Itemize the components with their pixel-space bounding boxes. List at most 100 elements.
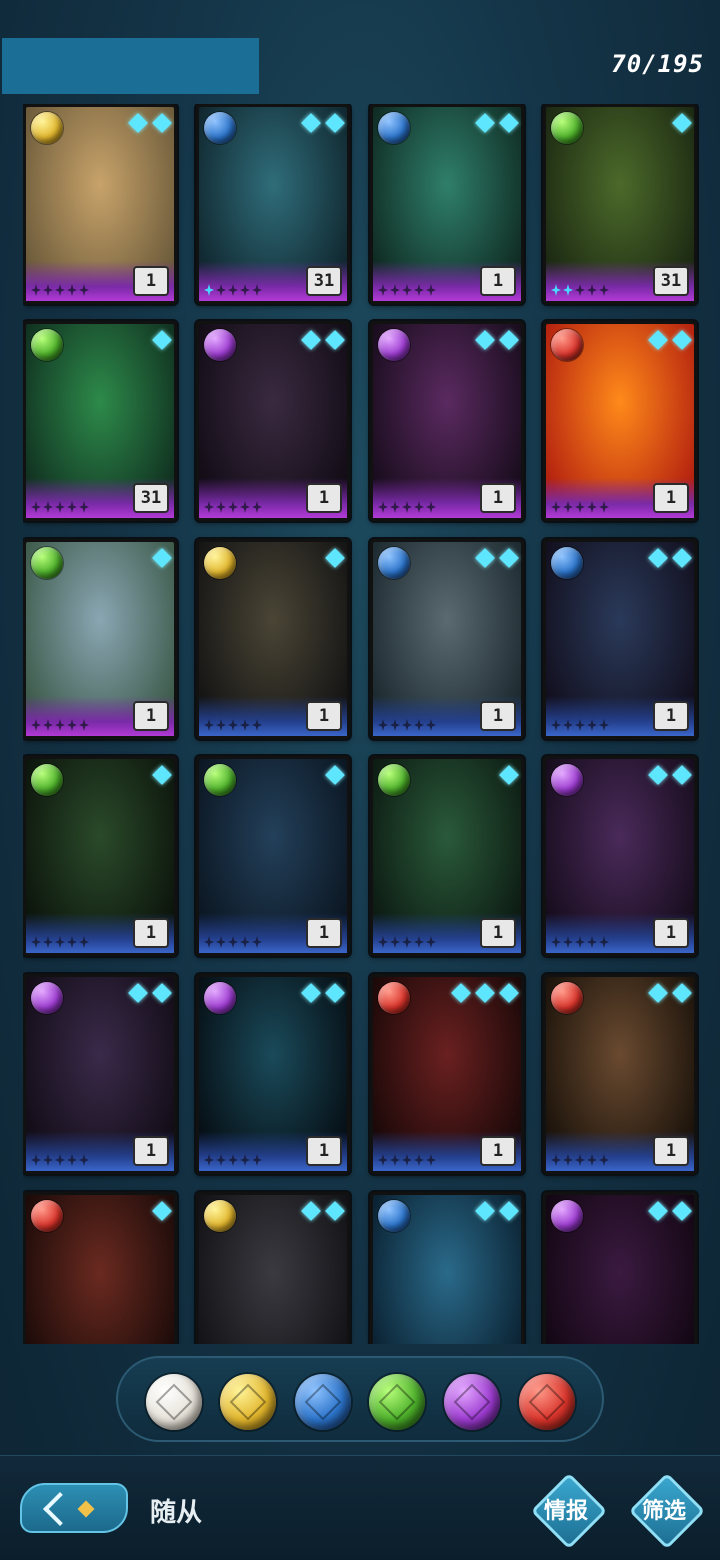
filter-all-button[interactable]	[146, 1374, 202, 1430]
star-icon	[426, 936, 436, 948]
star-icon	[67, 936, 77, 948]
star-icon	[43, 501, 53, 513]
diamond-icon	[475, 983, 495, 1003]
diamond-icon	[648, 330, 668, 350]
water-element-icon	[304, 1383, 342, 1421]
diamond-icon	[128, 983, 148, 1003]
star-icon	[551, 936, 561, 948]
diamond-icon	[648, 548, 668, 568]
star-icon	[599, 719, 609, 731]
grade-diamonds	[475, 330, 519, 350]
star-icon	[378, 719, 388, 731]
star-icon	[575, 501, 585, 513]
filter-water-button[interactable]	[295, 1374, 351, 1430]
card-count-badge: 1	[480, 266, 516, 296]
star-icon	[252, 501, 262, 513]
card-count-badge: 1	[133, 918, 169, 948]
star-rating	[551, 719, 609, 731]
star-icon	[599, 501, 609, 513]
companion-card[interactable]: 31	[196, 104, 350, 304]
diamond-icon	[152, 983, 172, 1003]
grade-diamonds	[128, 113, 172, 133]
star-icon	[551, 1154, 561, 1166]
companion-card[interactable]: 1	[543, 756, 697, 956]
diamond-icon	[499, 765, 519, 785]
filter-dark-button[interactable]	[444, 1374, 500, 1430]
diamond-icon	[152, 765, 172, 785]
star-icon	[216, 719, 226, 731]
companion-card[interactable]: 1	[543, 974, 697, 1174]
companion-card[interactable]	[370, 1192, 524, 1344]
companion-card[interactable]: 1	[543, 539, 697, 739]
companion-card[interactable]: 1	[370, 321, 524, 521]
star-icon	[426, 719, 436, 731]
diamond-icon	[475, 548, 495, 568]
diamond-icon	[648, 983, 668, 1003]
star-icon	[426, 501, 436, 513]
grade-diamonds	[301, 113, 345, 133]
grade-diamonds	[475, 1201, 519, 1221]
companion-card[interactable]: 1	[196, 539, 350, 739]
diamond-icon	[499, 983, 519, 1003]
companion-card[interactable]: 1	[23, 974, 177, 1174]
star-icon	[204, 719, 214, 731]
intel-button[interactable]: 情报	[530, 1472, 608, 1550]
companion-card[interactable]: 31	[543, 104, 697, 304]
star-icon	[402, 719, 412, 731]
fire-element-icon	[551, 982, 583, 1014]
diamond-icon	[475, 330, 495, 350]
star-icon	[587, 936, 597, 948]
companion-card[interactable]	[543, 1192, 697, 1344]
card-grid[interactable]: 1 31 1 31 31 1 1 1 1 1 1 1 1 1 1 1 1 1 1 1	[23, 104, 699, 1344]
diamond-icon	[152, 330, 172, 350]
star-icon	[587, 1154, 597, 1166]
star-icon	[402, 936, 412, 948]
companion-card[interactable]: 1	[543, 321, 697, 521]
filter-label: 筛选	[641, 1499, 686, 1524]
companion-card[interactable]: 31	[23, 321, 177, 521]
companion-card[interactable]: 1	[370, 756, 524, 956]
star-icon	[79, 719, 89, 731]
light-element-icon	[204, 1200, 236, 1232]
companion-card[interactable]: 1	[370, 104, 524, 304]
card-count-badge: 1	[480, 1136, 516, 1166]
star-icon	[390, 1154, 400, 1166]
companion-card[interactable]: 1	[370, 974, 524, 1174]
companion-card[interactable]: 1	[370, 539, 524, 739]
companion-card[interactable]: 1	[23, 104, 177, 304]
card-count-badge: 31	[306, 266, 342, 296]
nature-element-icon	[204, 764, 236, 796]
grade-diamonds	[475, 548, 519, 568]
nature-element-icon	[378, 1383, 416, 1421]
star-icon	[587, 719, 597, 731]
filter-nature-button[interactable]	[369, 1374, 425, 1430]
diamond-icon	[301, 113, 321, 133]
filter-light-button[interactable]	[220, 1374, 276, 1430]
star-rating	[31, 501, 89, 513]
back-arrow-icon	[43, 1492, 77, 1526]
star-icon	[402, 1154, 412, 1166]
card-count-badge: 1	[306, 483, 342, 513]
star-icon	[599, 1154, 609, 1166]
star-icon	[390, 501, 400, 513]
star-icon	[240, 936, 250, 948]
diamond-icon	[499, 113, 519, 133]
diamond-icon	[152, 548, 172, 568]
back-button[interactable]	[20, 1483, 128, 1533]
filter-fire-button[interactable]	[519, 1374, 575, 1430]
companion-card[interactable]	[23, 1192, 177, 1344]
star-rating	[204, 719, 262, 731]
companion-card[interactable]: 1	[23, 539, 177, 739]
companion-card[interactable]: 1	[196, 321, 350, 521]
star-icon	[252, 284, 262, 296]
companion-card[interactable]	[196, 1192, 350, 1344]
top-banner	[2, 38, 259, 94]
companion-card[interactable]: 1	[196, 974, 350, 1174]
star-icon	[378, 501, 388, 513]
nature-element-icon	[31, 764, 63, 796]
companion-card[interactable]: 1	[23, 756, 177, 956]
filter-button[interactable]: 筛选	[628, 1472, 706, 1550]
companion-card[interactable]: 1	[196, 756, 350, 956]
star-icon	[228, 501, 238, 513]
star-rating	[204, 936, 262, 948]
